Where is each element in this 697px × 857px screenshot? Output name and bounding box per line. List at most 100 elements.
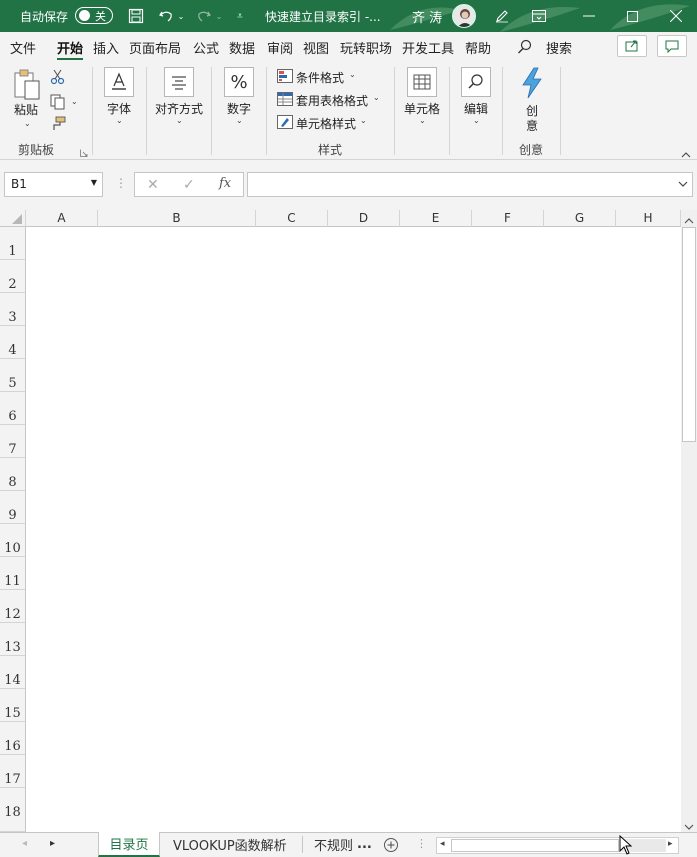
number-dropdown-icon[interactable]: ⌄ bbox=[236, 116, 243, 125]
cells-icon[interactable] bbox=[407, 67, 437, 97]
collapse-ribbon-icon[interactable] bbox=[681, 147, 691, 161]
save-icon[interactable] bbox=[124, 0, 148, 32]
format-as-table-button[interactable]: 套用表格格式 bbox=[296, 92, 368, 109]
redo-icon[interactable] bbox=[193, 0, 215, 32]
row-header-17[interactable]: 17 bbox=[0, 755, 26, 788]
row-header-5[interactable]: 5 bbox=[0, 359, 26, 392]
autosave-toggle[interactable]: 关 bbox=[75, 7, 113, 24]
cells-dropdown-icon[interactable]: ⌄ bbox=[419, 116, 426, 125]
close-icon[interactable] bbox=[664, 0, 688, 32]
row-header-4[interactable]: 4 bbox=[0, 326, 26, 359]
cell-styles-button[interactable]: 单元格样式 bbox=[296, 115, 356, 132]
format-painter-icon[interactable] bbox=[50, 116, 66, 135]
sheet-tab-vlookup[interactable]: VLOOKUP函数解析 bbox=[173, 832, 287, 857]
row-header-9[interactable]: 9 bbox=[0, 491, 26, 524]
scroll-left-icon[interactable]: ◂ bbox=[440, 839, 445, 849]
insert-function-button[interactable]: fx bbox=[219, 176, 231, 191]
row-header-18[interactable]: 18 bbox=[0, 788, 26, 832]
row-header-3[interactable]: 3 bbox=[0, 293, 26, 326]
lightning-icon[interactable] bbox=[519, 67, 545, 102]
paste-button[interactable]: 粘贴 bbox=[14, 101, 38, 118]
row-header-14[interactable]: 14 bbox=[0, 656, 26, 689]
more-sheets-button[interactable]: ... bbox=[357, 832, 372, 857]
column-header-a[interactable]: A bbox=[26, 210, 98, 227]
undo-icon[interactable] bbox=[155, 0, 177, 32]
percent-icon[interactable]: % bbox=[224, 67, 254, 97]
tab-review[interactable]: 审阅 bbox=[267, 38, 293, 57]
number-button[interactable]: 数字 bbox=[227, 100, 251, 117]
editing-button[interactable]: 编辑 bbox=[464, 100, 488, 117]
cells-button[interactable]: 单元格 bbox=[404, 100, 440, 117]
search-icon[interactable] bbox=[517, 39, 532, 57]
name-box-dropdown-icon[interactable]: ▼ bbox=[91, 178, 97, 187]
tab-view[interactable]: 视图 bbox=[303, 38, 329, 57]
cancel-icon[interactable]: ✕ bbox=[147, 177, 159, 193]
undo-dropdown-icon[interactable]: ⌄ bbox=[176, 0, 186, 32]
creative-button-line2[interactable]: 意 bbox=[526, 117, 538, 134]
column-header-h[interactable]: H bbox=[616, 210, 681, 227]
tab-developer[interactable]: 开发工具 bbox=[402, 38, 454, 57]
column-header-d[interactable]: D bbox=[328, 210, 400, 227]
font-button[interactable]: 字体 bbox=[107, 100, 131, 117]
vertical-scroll-thumb[interactable] bbox=[682, 227, 696, 442]
sheet-tab-irregular[interactable]: 不规则 bbox=[314, 832, 352, 857]
minimize-icon[interactable] bbox=[577, 0, 601, 32]
tab-formulas[interactable]: 公式 bbox=[193, 38, 219, 57]
column-header-b[interactable]: B bbox=[98, 210, 256, 227]
alignment-dropdown-icon[interactable]: ⌄ bbox=[176, 116, 183, 125]
font-icon[interactable] bbox=[104, 67, 134, 97]
name-box[interactable]: B1 ▼ bbox=[4, 172, 103, 197]
font-dropdown-icon[interactable]: ⌄ bbox=[116, 116, 123, 125]
scroll-sheets-right-icon[interactable]: ▸ bbox=[50, 838, 55, 849]
horizontal-scroll-thumb[interactable] bbox=[451, 839, 619, 852]
worksheet-grid[interactable]: A B C D E F G H 1 2 3 4 5 6 7 8 9 10 11 … bbox=[0, 210, 697, 832]
row-header-6[interactable]: 6 bbox=[0, 392, 26, 425]
pen-icon[interactable] bbox=[490, 0, 514, 32]
split-handle-icon[interactable]: ⋮ bbox=[416, 837, 427, 850]
row-header-15[interactable]: 15 bbox=[0, 689, 26, 722]
drag-handle-icon[interactable]: ⋮ bbox=[115, 176, 127, 190]
tab-data[interactable]: 数据 bbox=[229, 38, 255, 57]
row-header-7[interactable]: 7 bbox=[0, 425, 26, 458]
vertical-scrollbar[interactable] bbox=[681, 210, 697, 832]
paste-dropdown-icon[interactable]: ⌄ bbox=[24, 119, 31, 128]
scroll-up-icon[interactable] bbox=[684, 214, 694, 228]
copy-icon[interactable] bbox=[50, 94, 66, 113]
dialog-launcher-icon[interactable] bbox=[80, 146, 88, 160]
scroll-right-icon[interactable]: ▸ bbox=[668, 839, 673, 849]
cut-icon[interactable] bbox=[50, 69, 66, 88]
user-name[interactable]: 齐 涛 bbox=[412, 0, 442, 32]
conditional-format-button[interactable]: 条件格式 bbox=[296, 69, 344, 86]
cell-styles-dropdown-icon[interactable]: ⌄ bbox=[360, 116, 367, 125]
column-header-g[interactable]: G bbox=[544, 210, 616, 227]
copy-dropdown-icon[interactable]: ⌄ bbox=[71, 97, 78, 106]
maximize-icon[interactable] bbox=[620, 0, 644, 32]
row-header-16[interactable]: 16 bbox=[0, 722, 26, 755]
scroll-sheets-left-icon[interactable]: ◂ bbox=[22, 838, 27, 849]
horizontal-scrollbar[interactable]: ◂ ▸ bbox=[436, 837, 679, 854]
tab-file[interactable]: 文件 bbox=[10, 38, 36, 57]
row-header-11[interactable]: 11 bbox=[0, 557, 26, 590]
tab-home[interactable]: 开始 bbox=[57, 38, 84, 60]
paste-icon[interactable] bbox=[12, 69, 42, 104]
row-header-1[interactable]: 1 bbox=[0, 227, 26, 260]
select-all-corner[interactable] bbox=[0, 210, 26, 227]
search-label[interactable]: 搜索 bbox=[546, 38, 572, 57]
enter-icon[interactable]: ✓ bbox=[183, 177, 195, 193]
tab-page-layout[interactable]: 页面布局 bbox=[129, 38, 181, 57]
expand-formula-icon[interactable] bbox=[678, 177, 688, 191]
tab-help[interactable]: 帮助 bbox=[465, 38, 491, 57]
row-header-13[interactable]: 13 bbox=[0, 623, 26, 656]
comments-button[interactable] bbox=[657, 35, 687, 57]
tab-workplace[interactable]: 玩转职场 bbox=[340, 38, 392, 57]
column-header-f[interactable]: F bbox=[472, 210, 544, 227]
row-header-12[interactable]: 12 bbox=[0, 590, 26, 623]
column-header-c[interactable]: C bbox=[256, 210, 328, 227]
alignment-icon[interactable] bbox=[164, 67, 194, 97]
editing-dropdown-icon[interactable]: ⌄ bbox=[473, 116, 480, 125]
tab-insert[interactable]: 插入 bbox=[93, 38, 119, 57]
conditional-format-dropdown-icon[interactable]: ⌄ bbox=[349, 70, 356, 79]
format-as-table-dropdown-icon[interactable]: ⌄ bbox=[373, 93, 380, 102]
row-header-8[interactable]: 8 bbox=[0, 458, 26, 491]
customize-toolbar-icon[interactable]: ⩡ bbox=[232, 0, 248, 32]
